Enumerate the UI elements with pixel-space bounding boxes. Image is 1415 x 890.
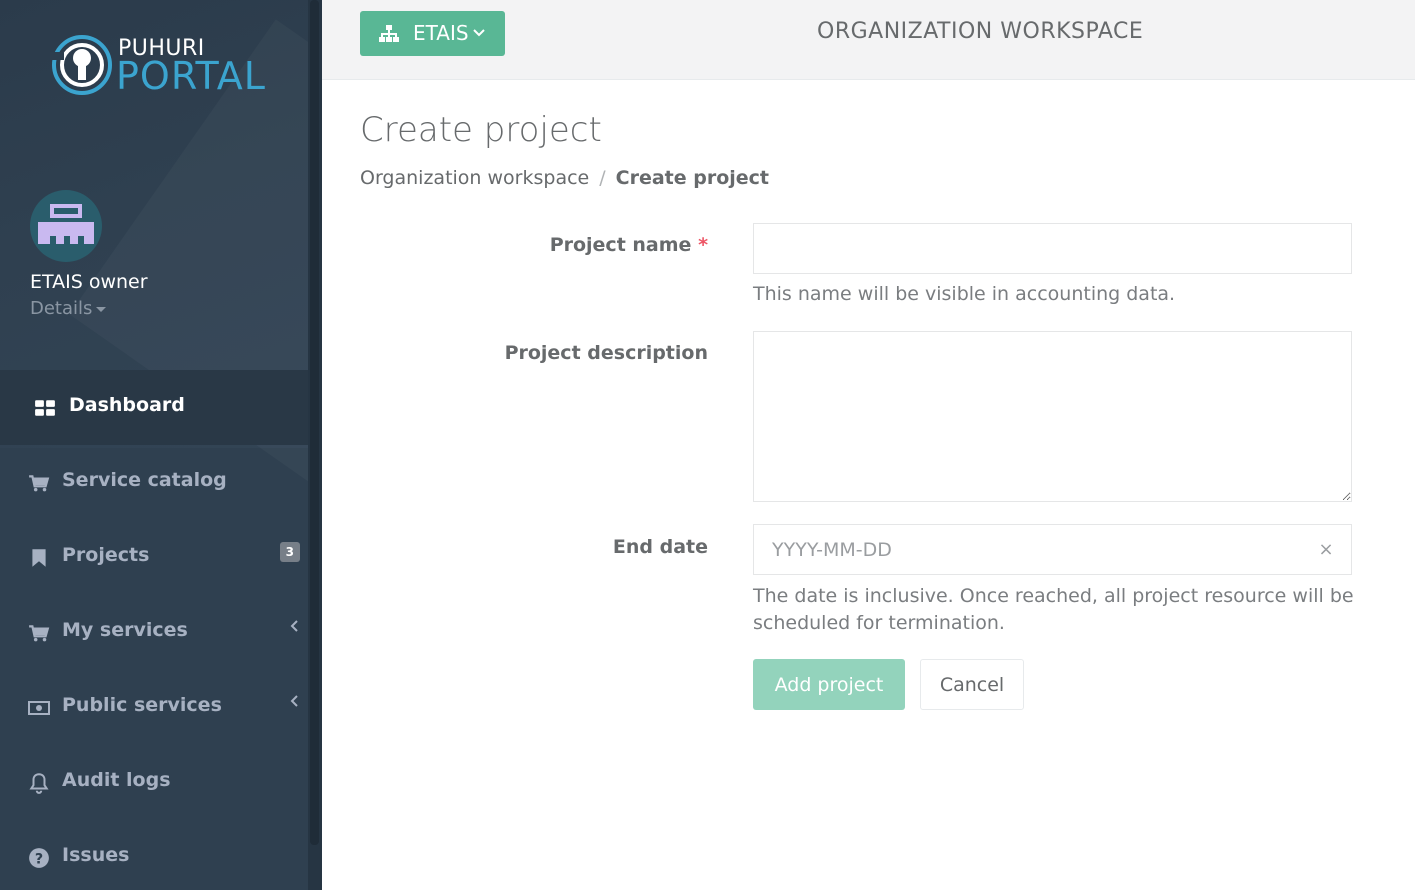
end-date-label: End date <box>612 536 708 558</box>
sidebar: PUHURI PORTAL ETAIS owner Details Dashbo… <box>0 0 322 890</box>
breadcrumb-separator: / <box>599 167 606 189</box>
page-title: Create project <box>360 110 602 150</box>
caret-down-icon <box>96 306 107 312</box>
cart-icon <box>29 475 50 492</box>
sidebar-item-label: Dashboard <box>69 394 185 416</box>
puhuri-portal-logo[interactable]: PUHURI PORTAL <box>50 32 290 102</box>
bookmark-icon <box>32 549 46 567</box>
sidebar-item-label: Audit logs <box>62 769 171 791</box>
user-details-dropdown[interactable]: Details <box>30 298 107 319</box>
sidebar-item-label: Service catalog <box>62 469 227 491</box>
project-name-label: Project name * <box>348 234 708 256</box>
sidebar-item-audit-logs[interactable]: Audit logs <box>0 745 308 820</box>
sidebar-item-my-services[interactable]: My services <box>0 595 308 670</box>
cart-icon <box>29 625 50 642</box>
breadcrumb-current: Create project <box>615 167 770 189</box>
sidebar-scrollbar-thumb[interactable] <box>310 0 319 845</box>
project-name-input[interactable] <box>753 223 1352 274</box>
sidebar-item-service-catalog[interactable]: Service catalog <box>0 445 308 520</box>
topbar: ETAIS ORGANIZATION WORKSPACE <box>322 0 1415 80</box>
avatar-image <box>30 190 102 262</box>
workspace-title: ORGANIZATION WORKSPACE <box>817 19 1144 44</box>
organization-name: ETAIS <box>413 21 469 45</box>
chevron-left-icon <box>290 620 298 632</box>
project-name-help: This name will be visible in accounting … <box>753 283 1176 305</box>
breadcrumb: Organization workspace / Create project <box>360 167 769 189</box>
sidebar-item-label: Public services <box>62 694 222 716</box>
sidebar-item-dashboard[interactable]: Dashboard <box>0 370 308 445</box>
user-details-label: Details <box>30 298 93 319</box>
money-icon <box>28 701 50 715</box>
project-name-label-text: Project name <box>549 234 692 256</box>
required-marker: * <box>698 234 708 256</box>
sitemap-icon <box>379 25 399 42</box>
question-circle-icon: ? <box>29 848 49 868</box>
sidebar-item-label: My services <box>62 619 188 641</box>
projects-count-badge: 3 <box>279 542 300 562</box>
sidebar-item-projects[interactable]: Projects 3 <box>0 520 308 595</box>
end-date-input[interactable] <box>753 524 1302 575</box>
user-name: ETAIS owner <box>30 271 148 293</box>
chevron-left-icon <box>290 695 298 707</box>
end-date-help-line: scheduled for termination. <box>753 612 1005 634</box>
chevron-down-icon <box>473 29 485 37</box>
sidebar-item-label: Projects <box>62 544 150 566</box>
end-date-help: The date is inclusive. Once reached, all… <box>753 583 1354 637</box>
end-date-help-line: The date is inclusive. Once reached, all… <box>753 585 1354 607</box>
logo-bottom-text: PORTAL <box>116 54 266 98</box>
svg-text:?: ? <box>35 852 43 868</box>
organization-select-button[interactable]: ETAIS <box>360 11 505 56</box>
sidebar-item-public-services[interactable]: Public services <box>0 670 308 745</box>
sidebar-item-issues[interactable]: ? Issues <box>0 820 308 890</box>
avatar[interactable] <box>30 190 102 262</box>
dashboard-icon <box>35 400 55 416</box>
cancel-button[interactable]: Cancel <box>920 659 1024 710</box>
logo-icon <box>50 35 112 95</box>
project-description-label: Project description <box>504 342 708 364</box>
add-project-button[interactable]: Add project <box>753 659 905 710</box>
clear-date-button[interactable]: × <box>1301 524 1352 575</box>
sidebar-item-label: Issues <box>62 844 130 866</box>
breadcrumb-link-organization-workspace[interactable]: Organization workspace <box>360 167 589 189</box>
bell-icon <box>29 773 49 794</box>
project-description-textarea[interactable] <box>753 331 1352 502</box>
